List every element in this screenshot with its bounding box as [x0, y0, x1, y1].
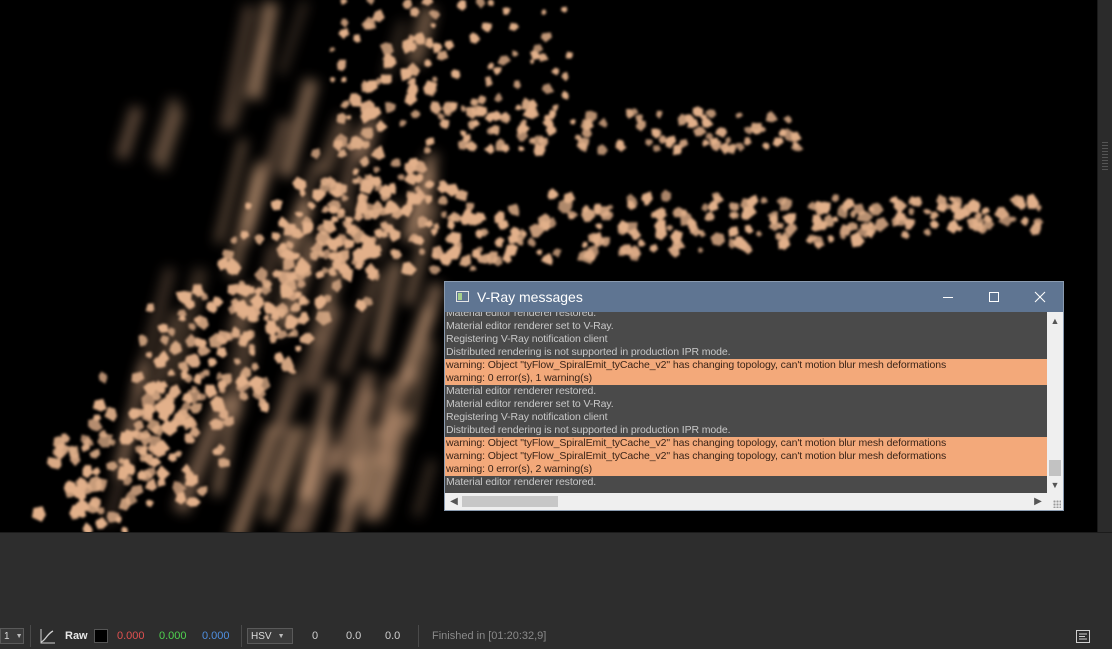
minimize-icon: [943, 297, 953, 298]
green-value: 0.000: [159, 630, 187, 642]
saturation-value: 0.0: [346, 630, 362, 642]
panel-toggle-icon[interactable]: [1076, 623, 1090, 649]
scroll-grip[interactable]: [1102, 142, 1108, 172]
warning-message: warning: 0 error(s), 2 warning(s): [445, 463, 1047, 476]
message-log[interactable]: Material editor renderer restored. Materi…: [445, 312, 1047, 493]
maximize-icon: [989, 292, 999, 302]
info-message: Distributed rendering is not supported i…: [446, 424, 731, 436]
blue-value: 0.000: [202, 630, 230, 642]
info-message: Registering V-Ray notification client: [446, 411, 608, 423]
warning-message: warning: 0 error(s), 1 warning(s): [445, 372, 1047, 385]
info-message: Material editor renderer restored.: [446, 385, 597, 397]
value-value: 0.0: [385, 630, 401, 642]
scroll-left-icon[interactable]: ◀: [447, 493, 461, 510]
dialog-title: V-Ray messages: [477, 289, 583, 305]
warning-message: warning: Object "tyFlow_SpiralEmit_tyCac…: [445, 437, 1047, 450]
raw-toggle[interactable]: Raw: [65, 623, 88, 649]
red-value: 0.000: [117, 630, 145, 642]
window-app-icon: [456, 291, 469, 302]
maximize-button[interactable]: [971, 282, 1017, 312]
layer-dropdown[interactable]: 1 ▼: [0, 628, 24, 644]
close-button[interactable]: [1017, 282, 1063, 312]
hue-value: 0: [312, 630, 319, 642]
info-message: Material editor renderer set to V-Ray.: [446, 398, 614, 410]
horizontal-scroll-thumb[interactable]: [462, 496, 558, 507]
warning-message: warning: Object "tyFlow_SpiralEmit_tyCac…: [445, 450, 1047, 463]
color-mode-dropdown[interactable]: HSV ▼: [247, 628, 293, 644]
vray-messages-dialog[interactable]: V-Ray messages Material editor renderer …: [444, 281, 1064, 511]
dialog-titlebar[interactable]: V-Ray messages: [445, 282, 1063, 312]
render-time-status: Finished in [01:20:32,9]: [432, 630, 547, 642]
scroll-right-icon[interactable]: ▶: [1031, 493, 1045, 510]
color-swatch: [94, 629, 108, 643]
info-message: Registering V-Ray notification client: [446, 333, 608, 345]
close-icon: [1034, 291, 1046, 303]
vertical-scroll-thumb[interactable]: [1049, 460, 1061, 476]
layer-value: 1: [4, 630, 10, 642]
vertical-scrollbar[interactable]: ▲ ▼: [1047, 312, 1063, 493]
scroll-up-icon[interactable]: ▲: [1047, 314, 1063, 328]
warning-message: warning: Object "tyFlow_SpiralEmit_tyCac…: [445, 359, 1047, 372]
info-message: Material editor renderer set to V-Ray.: [446, 320, 614, 332]
resize-grip-icon[interactable]: [1053, 500, 1061, 508]
scroll-down-icon[interactable]: ▼: [1047, 478, 1063, 492]
chevron-down-icon: ▼: [277, 632, 285, 640]
curve-icon[interactable]: [38, 623, 56, 649]
chevron-down-icon: ▼: [15, 632, 23, 640]
minimize-button[interactable]: [925, 282, 971, 312]
info-message: Distributed rendering is not supported i…: [446, 346, 731, 358]
info-message: Material editor renderer restored.: [446, 476, 597, 488]
info-message: Material editor renderer restored.: [446, 312, 597, 319]
horizontal-scrollbar[interactable]: ◀ ▶: [445, 493, 1063, 510]
color-mode-value: HSV: [251, 630, 272, 642]
status-bar: 1 ▼ Raw 0.000 0.000 0.000 HSV ▼ 0 0.0 0.0 …: [0, 623, 1112, 649]
viewport-side-scrollbar[interactable]: [1097, 0, 1112, 532]
